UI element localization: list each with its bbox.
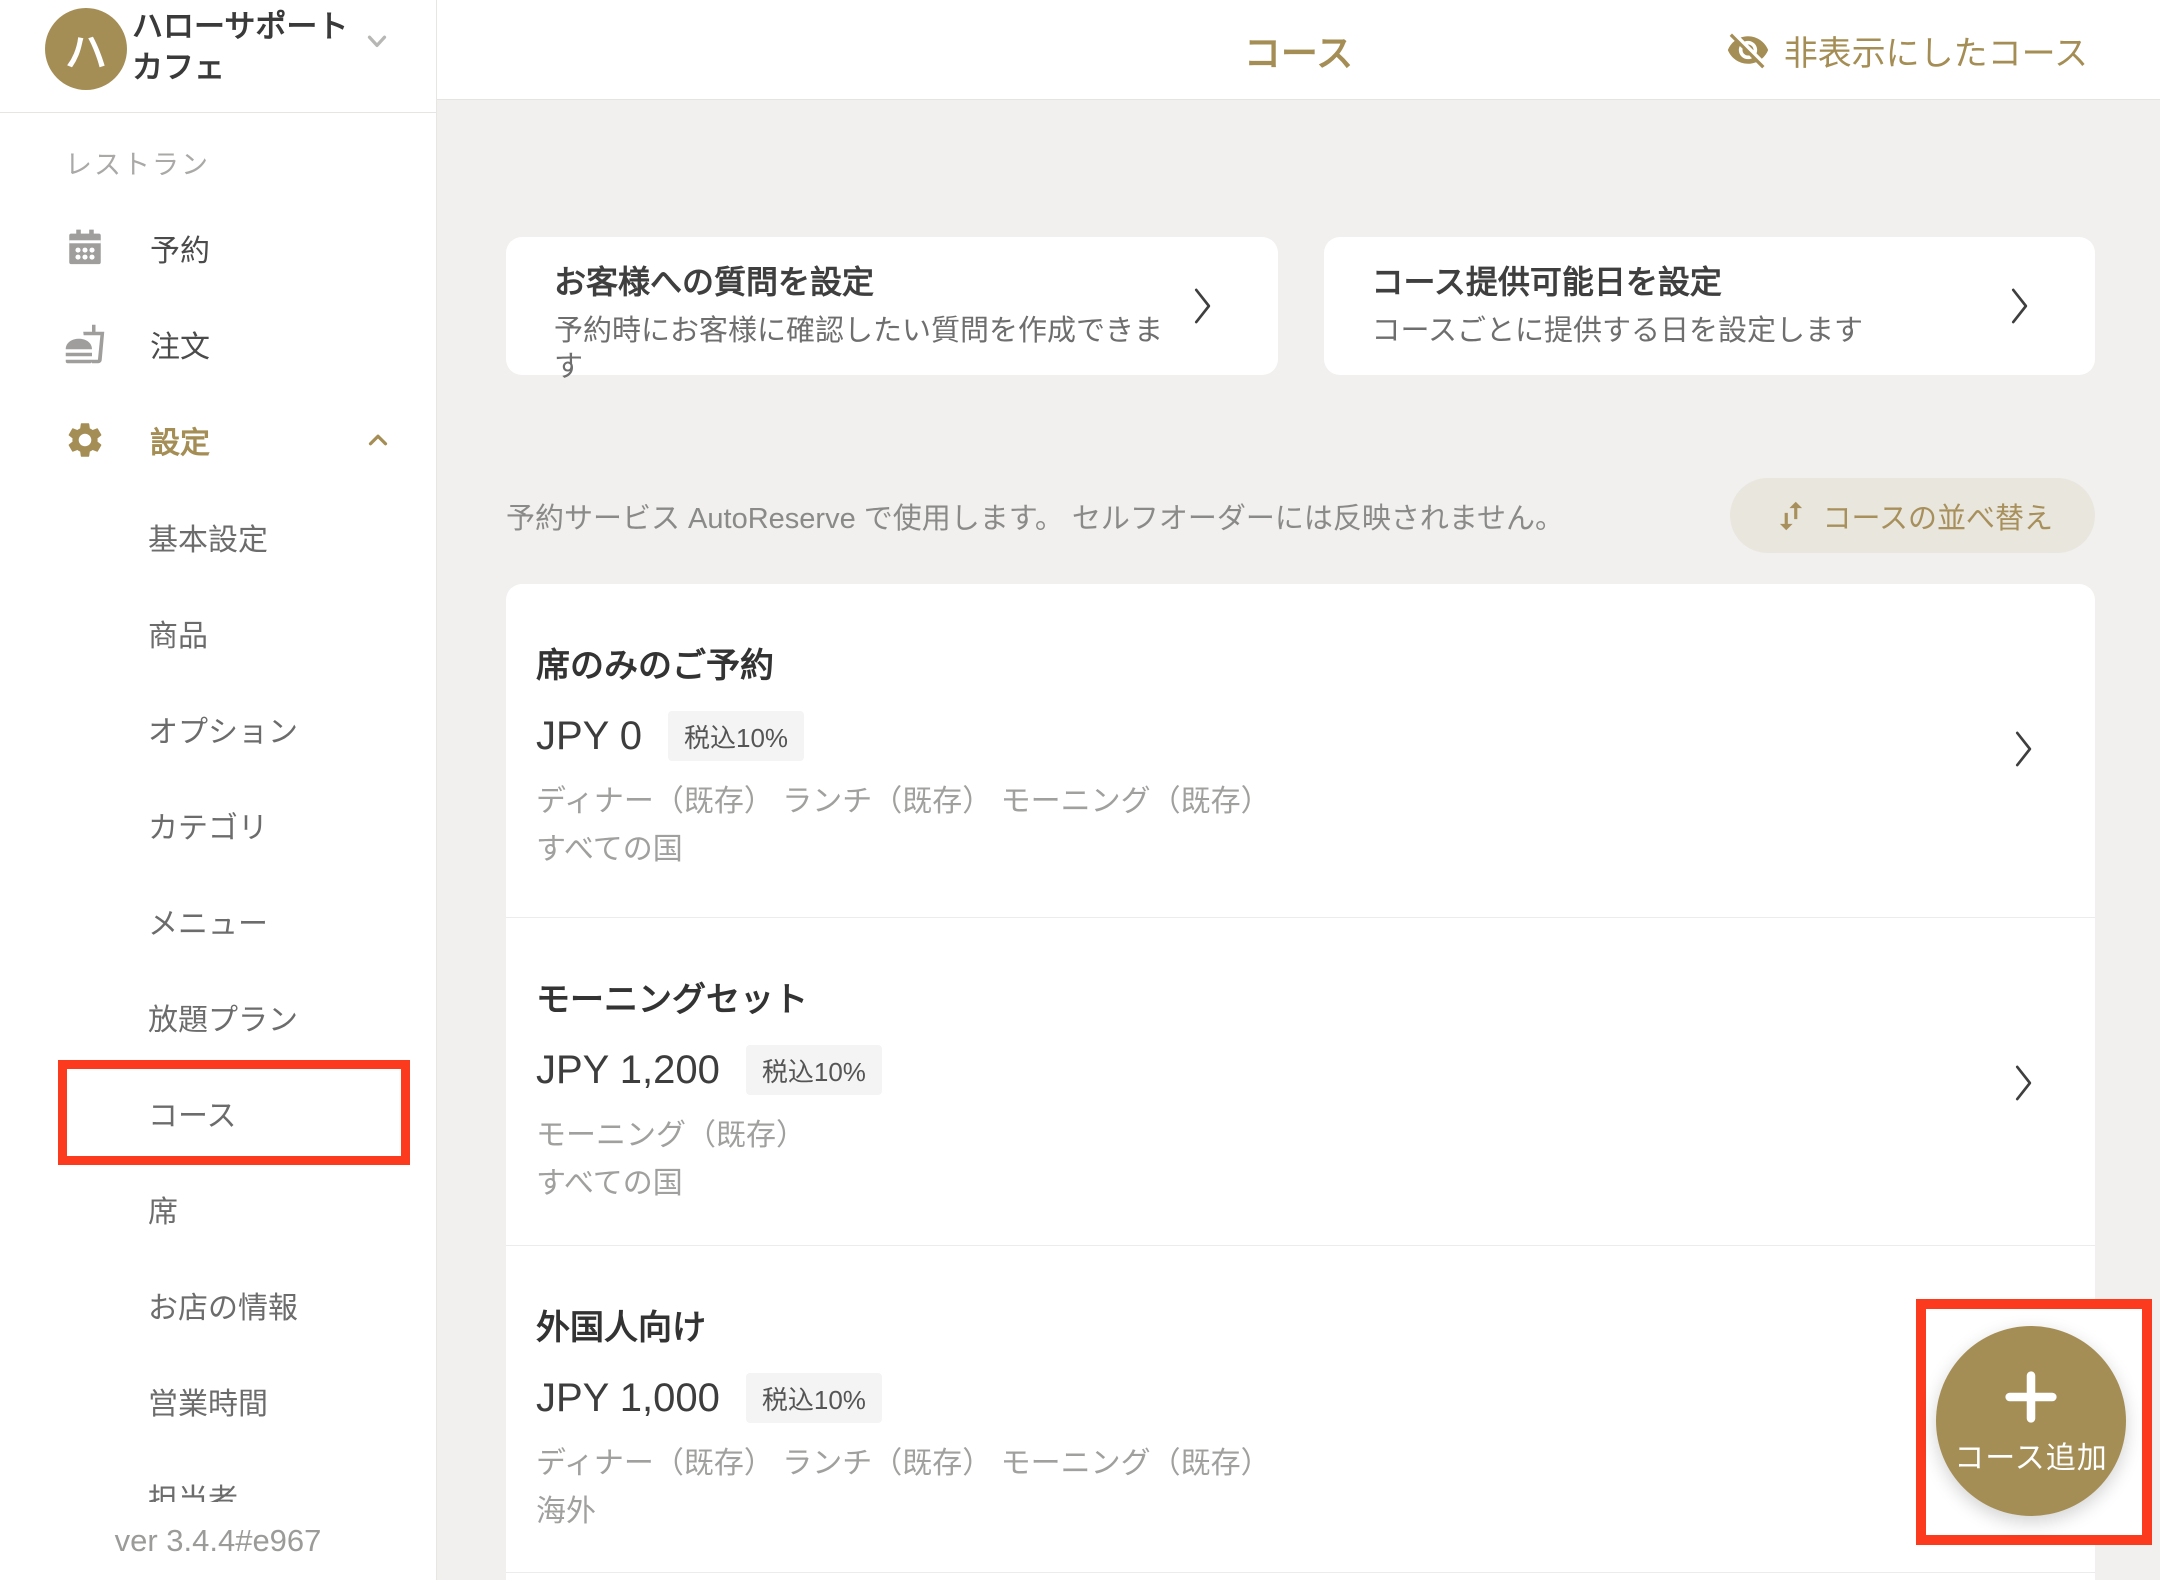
sidebar-item-label: 設定 xyxy=(150,418,210,462)
store-avatar: ハ xyxy=(45,8,127,90)
hidden-courses-label: 非表示にしたコース xyxy=(1784,26,2088,75)
chevron-right-icon xyxy=(2009,1060,2037,1106)
course-tags: モーニング（既存） xyxy=(536,1120,1975,1152)
store-switcher[interactable]: ハ ハローサポートカフェ xyxy=(0,0,436,113)
sort-courses-button[interactable]: コースの並べ替え xyxy=(1730,478,2095,553)
hidden-courses-link[interactable]: 非表示にしたコース xyxy=(1726,0,2088,100)
card-subtitle: 予約時にお客様に確認したい質問を作成できます xyxy=(554,313,1168,385)
sidebar-subitem-products[interactable]: 商品 xyxy=(0,585,437,681)
sidebar-item-settings[interactable]: 設定 xyxy=(0,392,437,488)
store-avatar-initial: ハ xyxy=(65,19,107,80)
course-price: JPY 1,000 xyxy=(536,1376,720,1421)
course-tags: ディナー（既存） ランチ（既存） モーニング（既存） xyxy=(536,1448,1975,1480)
sidebar-item-label: 予約 xyxy=(150,226,210,270)
fastfood-icon xyxy=(64,323,106,365)
sidebar-subitem-seats[interactable]: 席 xyxy=(0,1161,437,1257)
price-line: JPY 0 税込10% xyxy=(536,708,1975,764)
chevron-right-icon xyxy=(2005,283,2033,329)
usage-note: 予約サービス AutoReserve で使用します。 セルフオーダーには反映され… xyxy=(506,495,1564,537)
sidebar-subitem-categories[interactable]: カテゴリ xyxy=(0,777,437,873)
sidebar-subitem-store-info[interactable]: お店の情報 xyxy=(0,1257,437,1353)
course-title: 席のみのご予約 xyxy=(536,646,1975,686)
add-course-button[interactable]: コース追加 xyxy=(1936,1326,2126,1516)
app-window: ハ ハローサポートカフェ レストラン xyxy=(0,0,2160,1580)
course-title: モーニングセット xyxy=(536,980,1975,1020)
course-row-morning-set[interactable]: モーニングセット JPY 1,200 税込10% モーニング（既存） すべての国 xyxy=(506,918,2095,1246)
sidebar-item-orders[interactable]: 注文 xyxy=(0,296,437,392)
plus-icon xyxy=(1999,1365,2063,1429)
course-availability-card[interactable]: コース提供可能日を設定 コースごとに提供する日を設定します xyxy=(1324,237,2096,375)
sidebar-settings-submenu: 基本設定 商品 オプション カテゴリ メニュー 放題プラン コース 席 お店の情… xyxy=(0,489,437,1545)
chevron-right-icon xyxy=(2009,726,2037,772)
sidebar-section-label: レストラン xyxy=(65,143,210,182)
sidebar-subitem-basic-settings[interactable]: 基本設定 xyxy=(0,489,437,585)
tax-badge: 税込10% xyxy=(746,1373,882,1423)
course-region: すべての国 xyxy=(536,834,1975,866)
tax-badge: 税込10% xyxy=(746,1045,882,1095)
price-line: JPY 1,000 税込10% xyxy=(536,1370,1975,1426)
sidebar-item-reservations[interactable]: 予約 xyxy=(0,200,437,296)
course-price: JPY 1,200 xyxy=(536,1048,720,1093)
sort-arrows-icon xyxy=(1772,497,1810,535)
calendar-icon xyxy=(64,227,106,269)
course-price: JPY 0 xyxy=(536,714,642,759)
sidebar-subitem-menus[interactable]: メニュー xyxy=(0,873,437,969)
note-row: 予約サービス AutoReserve で使用します。 セルフオーダーには反映され… xyxy=(506,478,2095,553)
price-line: JPY 1,200 税込10% xyxy=(536,1042,1975,1098)
chevron-down-icon xyxy=(362,26,392,56)
chevron-up-icon[interactable] xyxy=(363,425,393,455)
main-area: コース 非表示にしたコース お客様への質問を設定 予約時にお客様に確認したい質問… xyxy=(437,0,2160,1580)
page-content: お客様への質問を設定 予約時にお客様に確認したい質問を作成できます コース提供可… xyxy=(437,237,2160,1580)
store-name: ハローサポートカフェ xyxy=(132,6,364,88)
app-version: ver 3.4.4#e967 xyxy=(0,1502,436,1580)
course-region: すべての国 xyxy=(536,1168,1975,1200)
course-row-foreigners[interactable]: 外国人向け JPY 1,000 税込10% ディナー（既存） ランチ（既存） モ… xyxy=(506,1246,2095,1573)
sidebar-nav: 予約 注文 設定 xyxy=(0,200,437,488)
sidebar-subitem-business-hours[interactable]: 営業時間 xyxy=(0,1353,437,1449)
chevron-right-icon xyxy=(1188,283,1216,329)
tax-badge: 税込10% xyxy=(668,711,804,761)
eye-off-icon xyxy=(1726,28,1770,72)
course-title: 外国人向け xyxy=(536,1308,1975,1348)
page-header: コース 非表示にしたコース xyxy=(437,0,2160,100)
sort-button-label: コースの並べ替え xyxy=(1822,495,2053,537)
customer-questions-card[interactable]: お客様への質問を設定 予約時にお客様に確認したい質問を作成できます xyxy=(506,237,1278,375)
sidebar-subitem-options[interactable]: オプション xyxy=(0,681,437,777)
sidebar-subitem-courses[interactable]: コース xyxy=(0,1065,437,1161)
course-region: 海外 xyxy=(536,1496,1975,1528)
sidebar-subitem-all-you-can-eat-plans[interactable]: 放題プラン xyxy=(0,969,437,1065)
card-subtitle: コースごとに提供する日を設定します xyxy=(1372,313,1986,349)
course-row-seat-only[interactable]: 席のみのご予約 JPY 0 税込10% ディナー（既存） ランチ（既存） モーニ… xyxy=(506,584,2095,918)
setup-cards: お客様への質問を設定 予約時にお客様に確認したい質問を作成できます コース提供可… xyxy=(506,237,2095,375)
add-course-label: コース追加 xyxy=(1954,1433,2108,1477)
course-list: 席のみのご予約 JPY 0 税込10% ディナー（既存） ランチ（既存） モーニ… xyxy=(506,584,2095,1580)
card-title: コース提供可能日を設定 xyxy=(1372,261,1986,303)
course-tags: ディナー（既存） ランチ（既存） モーニング（既存） xyxy=(536,786,1975,818)
sidebar-item-label: 注文 xyxy=(150,322,210,366)
gear-icon xyxy=(64,419,106,461)
card-title: お客様への質問を設定 xyxy=(554,261,1168,303)
sidebar: ハ ハローサポートカフェ レストラン xyxy=(0,0,437,1580)
